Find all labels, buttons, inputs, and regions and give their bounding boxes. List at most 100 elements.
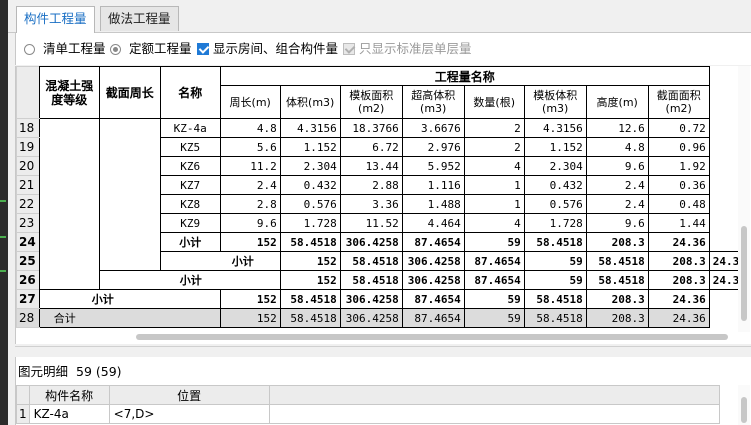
value-cell[interactable]: 0.576	[523, 194, 587, 214]
subtotal-value-cell[interactable]: 306.4258	[339, 232, 403, 252]
subtotal-value-cell[interactable]: 306.4258	[401, 270, 465, 290]
value-cell[interactable]: 1.728	[279, 213, 341, 233]
subtotal-value-cell[interactable]: 208.3	[647, 270, 710, 290]
subtotal-value-cell[interactable]: 58.4518	[523, 232, 587, 252]
component-name-cell[interactable]: KZ7	[159, 175, 221, 195]
subtotal-value-cell[interactable]: 58.4518	[585, 270, 649, 290]
col-header-strength[interactable]: 混凝土强度等级	[38, 66, 100, 119]
row-number[interactable]: 27	[16, 289, 40, 309]
value-cell[interactable]: 2	[463, 137, 525, 157]
value-cell[interactable]: 4.8	[585, 137, 649, 157]
value-cell[interactable]: 0.96	[647, 137, 710, 157]
subtotal-value-cell[interactable]: 58.4518	[279, 232, 341, 252]
total-value-cell[interactable]: 306.4258	[339, 308, 403, 328]
row-number[interactable]: 28	[16, 308, 40, 328]
value-cell[interactable]: 5.6	[219, 137, 281, 157]
grid-horizontal-scrollbar[interactable]	[16, 332, 738, 342]
subtotal-value-cell[interactable]: 59	[523, 270, 587, 290]
tab-method-quantity[interactable]: 做法工程量	[100, 6, 179, 31]
component-name-cell[interactable]: KZ6	[159, 156, 221, 176]
subtotal-value-cell[interactable]: 87.4654	[463, 270, 525, 290]
subtotal-value-cell[interactable]: 24.36	[647, 232, 710, 252]
value-cell[interactable]: 0.36	[647, 175, 710, 195]
detail-vertical-scrollbar[interactable]	[738, 385, 750, 425]
value-cell[interactable]: 2.8	[219, 194, 281, 214]
grid-horizontal-scroll-thumb[interactable]	[136, 334, 728, 340]
subtotal-value-cell[interactable]: 58.4518	[339, 270, 403, 290]
component-name-cell[interactable]: KZ9	[159, 213, 221, 233]
panel-splitter[interactable]	[15, 346, 751, 357]
subtotal-value-cell[interactable]: 152	[279, 251, 341, 271]
component-name-cell[interactable]: KZ5	[159, 137, 221, 157]
row-number[interactable]: 26	[16, 270, 40, 290]
radio-quota-quantity[interactable]: 定额工程量	[110, 41, 192, 57]
subtotal-value-cell[interactable]: 208.3	[647, 251, 710, 271]
value-cell[interactable]: 1.152	[523, 137, 587, 157]
value-cell[interactable]: 11.2	[219, 156, 281, 176]
value-cell[interactable]: 13.44	[339, 156, 403, 176]
value-cell[interactable]: 6.72	[339, 137, 403, 157]
value-cell[interactable]: 0.48	[647, 194, 710, 214]
row-number[interactable]: 24	[16, 232, 40, 252]
total-value-cell[interactable]: 24.36	[647, 308, 710, 328]
value-cell[interactable]: 1.488	[401, 194, 465, 214]
value-cell[interactable]: 4.3156	[279, 118, 341, 138]
total-value-cell[interactable]: 58.4518	[523, 308, 587, 328]
col-header-metric[interactable]: 超高体积(m3)	[401, 85, 465, 119]
subtotal-value-cell[interactable]: 58.4518	[585, 251, 649, 271]
value-cell[interactable]: 1.44	[647, 213, 710, 233]
value-cell[interactable]: 4	[463, 156, 525, 176]
value-cell[interactable]: 2.304	[279, 156, 341, 176]
row-number[interactable]: 20	[16, 156, 40, 176]
subtotal-value-cell[interactable]: 87.4654	[401, 289, 465, 309]
subtotal-value-cell[interactable]: 59	[463, 232, 525, 252]
row-number[interactable]: 21	[16, 175, 40, 195]
value-cell[interactable]: 2.88	[339, 175, 403, 195]
col-header-metric[interactable]: 截面面积(m2)	[647, 85, 710, 119]
value-cell[interactable]: 2.976	[401, 137, 465, 157]
value-cell[interactable]: 1.92	[647, 156, 710, 176]
value-cell[interactable]: 2	[463, 118, 525, 138]
row-number[interactable]: 18	[16, 118, 40, 138]
total-value-cell[interactable]: 87.4654	[401, 308, 465, 328]
value-cell[interactable]: 1.116	[401, 175, 465, 195]
value-cell[interactable]: 4.464	[401, 213, 465, 233]
value-cell[interactable]: 1	[463, 194, 525, 214]
value-cell[interactable]: 11.52	[339, 213, 403, 233]
detail-row[interactable]: 1 KZ-4a <7,D>	[16, 404, 720, 424]
subtotal-value-cell[interactable]: 152	[219, 289, 281, 309]
value-cell[interactable]: 0.72	[647, 118, 710, 138]
col-header-metric[interactable]: 数量(根)	[463, 85, 525, 119]
value-cell[interactable]: 12.6	[585, 118, 649, 138]
detail-col-position[interactable]: 位置	[108, 385, 270, 405]
row-number[interactable]: 22	[16, 194, 40, 214]
col-header-metric[interactable]: 模板面积(m2)	[339, 85, 403, 119]
value-cell[interactable]: 4.8	[219, 118, 281, 138]
subtotal-value-cell[interactable]: 152	[279, 270, 341, 290]
subtotal-value-cell[interactable]: 58.4518	[523, 289, 587, 309]
detail-row-number[interactable]: 1	[16, 404, 30, 424]
value-cell[interactable]: 3.36	[339, 194, 403, 214]
subtotal-value-cell[interactable]: 306.4258	[401, 251, 465, 271]
detail-name-cell[interactable]: KZ-4a	[28, 404, 110, 424]
total-value-cell[interactable]: 58.4518	[279, 308, 341, 328]
subtotal-value-cell[interactable]: 87.4654	[463, 251, 525, 271]
value-cell[interactable]: 18.3766	[339, 118, 403, 138]
subtotal-value-cell[interactable]: 59	[463, 289, 525, 309]
col-header-perimeter[interactable]: 截面周长	[98, 66, 161, 119]
subtotal-value-cell[interactable]: 306.4258	[339, 289, 403, 309]
row-number[interactable]: 23	[16, 213, 40, 233]
radio-bill-quantity[interactable]: 清单工程量	[24, 41, 106, 57]
table-row[interactable]: 18 KZ-4a 4.8 4.3156 18.3766 3.6676 2 4.3156 12.6…	[16, 118, 750, 290]
value-cell[interactable]: 2.304	[523, 156, 587, 176]
col-header-metric[interactable]: 高度(m)	[585, 85, 649, 119]
value-cell[interactable]: 2.4	[585, 175, 649, 195]
total-row[interactable]: 28 合计 152 58.4518 306.4258 87.4654 59 58.4518 20…	[16, 308, 750, 328]
total-value-cell[interactable]: 59	[463, 308, 525, 328]
value-cell[interactable]: 9.6	[585, 156, 649, 176]
value-cell[interactable]: 4	[463, 213, 525, 233]
subtotal-value-cell[interactable]: 152	[219, 232, 281, 252]
value-cell[interactable]: 0.432	[523, 175, 587, 195]
value-cell[interactable]: 2.4	[585, 194, 649, 214]
subtotal-value-cell[interactable]: 208.3	[585, 289, 649, 309]
